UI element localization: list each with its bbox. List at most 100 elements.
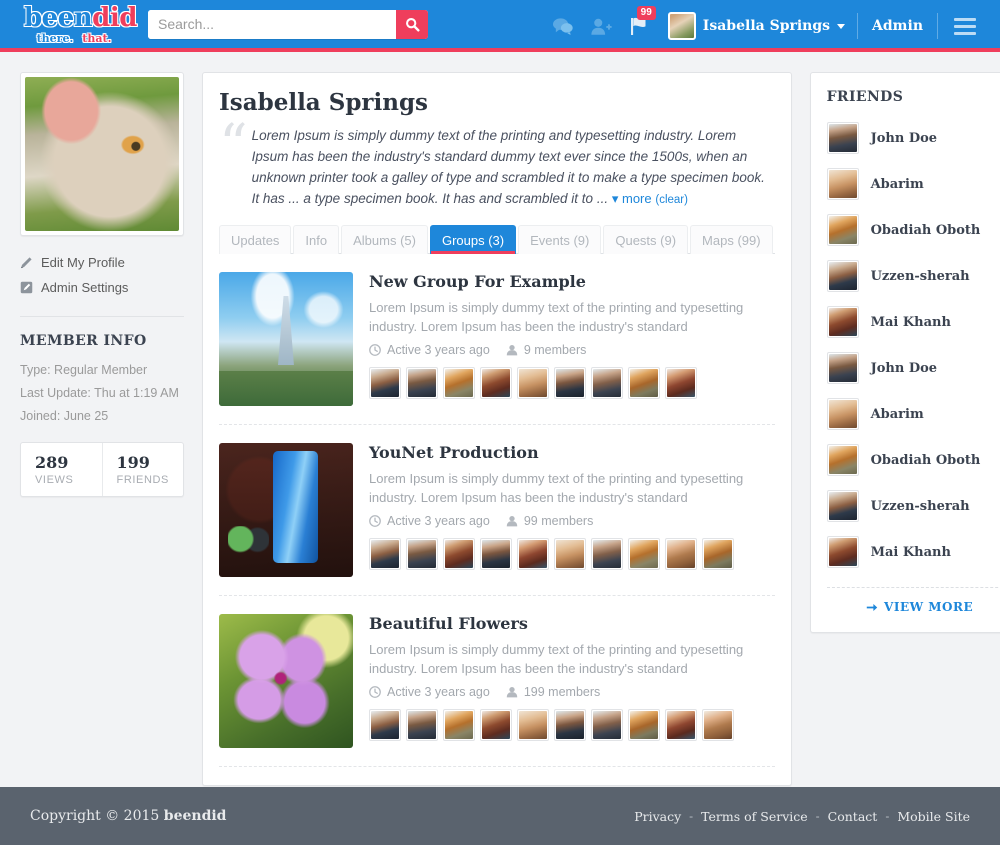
member-avatar[interactable] bbox=[443, 367, 475, 400]
friend-avatar[interactable] bbox=[826, 306, 859, 338]
member-avatar[interactable] bbox=[406, 538, 438, 571]
member-avatar[interactable] bbox=[628, 709, 660, 742]
list-item[interactable]: Mai Khanh bbox=[826, 529, 1000, 575]
friend-name[interactable]: Obadiah Oboth bbox=[871, 223, 981, 238]
member-avatar[interactable] bbox=[517, 538, 549, 571]
friend-avatar[interactable] bbox=[826, 260, 859, 292]
member-avatar[interactable] bbox=[628, 538, 660, 571]
group-thumbnail[interactable] bbox=[219, 442, 353, 577]
group-thumbnail[interactable] bbox=[219, 613, 353, 748]
friend-name[interactable]: John Doe bbox=[871, 361, 937, 376]
friend-avatar[interactable] bbox=[826, 168, 859, 200]
tab-maps[interactable]: Maps (99) bbox=[690, 224, 773, 254]
tab-albums[interactable]: Albums (5) bbox=[341, 224, 428, 254]
add-friend-button[interactable] bbox=[582, 0, 620, 52]
tab-quests[interactable]: Quests (9) bbox=[603, 224, 689, 254]
sidebar-item-admin-settings[interactable]: Admin Settings bbox=[20, 275, 184, 300]
tab-info[interactable]: Info bbox=[293, 224, 340, 254]
search-bar[interactable] bbox=[148, 9, 428, 39]
user-menu[interactable]: Isabella Springs bbox=[658, 12, 857, 40]
friend-avatar[interactable] bbox=[826, 490, 859, 522]
member-avatar[interactable] bbox=[702, 709, 734, 742]
list-item[interactable]: Obadiah Oboth bbox=[826, 207, 1000, 253]
member-avatar[interactable] bbox=[480, 367, 512, 400]
view-more-label: VIEW MORE bbox=[884, 600, 974, 614]
view-more-button[interactable]: VIEW MORE bbox=[827, 588, 1000, 616]
friend-avatar[interactable] bbox=[826, 536, 859, 568]
friend-avatar[interactable] bbox=[826, 398, 859, 430]
members-icon bbox=[506, 687, 518, 698]
member-avatar[interactable] bbox=[554, 709, 586, 742]
friend-avatar[interactable] bbox=[826, 352, 859, 384]
list-item[interactable]: Uzzen-sherah bbox=[826, 483, 1000, 529]
bio-clear-link[interactable]: (clear) bbox=[655, 194, 688, 206]
member-avatar[interactable] bbox=[406, 367, 438, 400]
member-avatar[interactable] bbox=[665, 709, 697, 742]
notifications-button[interactable]: 99 bbox=[620, 0, 658, 52]
member-avatar[interactable] bbox=[369, 538, 401, 571]
member-avatar[interactable] bbox=[628, 367, 660, 400]
member-avatar[interactable] bbox=[443, 538, 475, 571]
footer-link-terms[interactable]: Terms of Service bbox=[701, 809, 808, 824]
friend-name[interactable]: Obadiah Oboth bbox=[871, 453, 981, 468]
member-avatar[interactable] bbox=[665, 367, 697, 400]
list-item[interactable]: Uzzen-sherah bbox=[826, 253, 1000, 299]
footer-link-contact[interactable]: Contact bbox=[828, 809, 878, 824]
list-item[interactable]: Obadiah Oboth bbox=[826, 437, 1000, 483]
friend-avatar[interactable] bbox=[826, 214, 859, 246]
member-avatar[interactable] bbox=[591, 709, 623, 742]
sidebar-item-label: Edit My Profile bbox=[41, 255, 125, 270]
group-members-text: 9 members bbox=[523, 343, 587, 358]
list-item[interactable]: Mai Khanh bbox=[826, 299, 1000, 345]
friend-avatar[interactable] bbox=[826, 444, 859, 476]
footer-link-privacy[interactable]: Privacy bbox=[634, 809, 681, 824]
member-avatar[interactable] bbox=[369, 367, 401, 400]
list-item[interactable]: Abarim bbox=[826, 391, 1000, 437]
site-logo[interactable]: beendid there. that. bbox=[24, 5, 137, 44]
list-item[interactable]: John Doe bbox=[826, 115, 1000, 161]
logo-text-did: did bbox=[92, 2, 137, 33]
profile-picture[interactable] bbox=[20, 72, 184, 236]
copyright-text: Copyright © 2015 bbox=[30, 808, 160, 824]
member-avatar[interactable] bbox=[369, 709, 401, 742]
chat-button[interactable] bbox=[544, 0, 582, 52]
tab-events[interactable]: Events (9) bbox=[518, 224, 602, 254]
footer-link-mobile[interactable]: Mobile Site bbox=[897, 809, 970, 824]
friend-name[interactable]: Abarim bbox=[871, 177, 924, 192]
sidebar-item-edit-profile[interactable]: Edit My Profile bbox=[20, 250, 184, 275]
member-avatar[interactable] bbox=[591, 367, 623, 400]
member-avatar[interactable] bbox=[443, 709, 475, 742]
friend-name[interactable]: Mai Khanh bbox=[871, 545, 951, 560]
member-avatar[interactable] bbox=[702, 538, 734, 571]
friend-avatar-image bbox=[828, 538, 857, 566]
member-avatar[interactable] bbox=[480, 709, 512, 742]
member-avatar[interactable] bbox=[554, 367, 586, 400]
member-avatar[interactable] bbox=[591, 538, 623, 571]
friend-name[interactable]: Mai Khanh bbox=[871, 315, 951, 330]
friend-name[interactable]: John Doe bbox=[871, 131, 937, 146]
member-avatar[interactable] bbox=[517, 709, 549, 742]
search-icon bbox=[405, 17, 420, 32]
group-thumbnail[interactable] bbox=[219, 271, 353, 406]
bio-more-link[interactable]: ▾ more bbox=[612, 191, 652, 206]
list-item[interactable]: Abarim bbox=[826, 161, 1000, 207]
tab-groups[interactable]: Groups (3) bbox=[429, 224, 517, 254]
admin-link[interactable]: Admin bbox=[858, 18, 937, 34]
member-avatar[interactable] bbox=[480, 538, 512, 571]
member-avatar[interactable] bbox=[665, 538, 697, 571]
member-avatar[interactable] bbox=[554, 538, 586, 571]
member-avatar[interactable] bbox=[406, 709, 438, 742]
search-button[interactable] bbox=[396, 9, 428, 39]
friend-name[interactable]: Uzzen-sherah bbox=[871, 499, 970, 514]
group-title[interactable]: YouNet Production bbox=[369, 443, 539, 462]
group-title[interactable]: Beautiful Flowers bbox=[369, 614, 528, 633]
menu-button[interactable] bbox=[948, 0, 982, 52]
tab-updates[interactable]: Updates bbox=[219, 224, 292, 254]
friend-name[interactable]: Uzzen-sherah bbox=[871, 269, 970, 284]
list-item[interactable]: John Doe bbox=[826, 345, 1000, 391]
group-title[interactable]: New Group For Example bbox=[369, 272, 586, 291]
friend-avatar[interactable] bbox=[826, 122, 859, 154]
member-avatar[interactable] bbox=[517, 367, 549, 400]
search-input[interactable] bbox=[148, 9, 396, 39]
friend-name[interactable]: Abarim bbox=[871, 407, 924, 422]
